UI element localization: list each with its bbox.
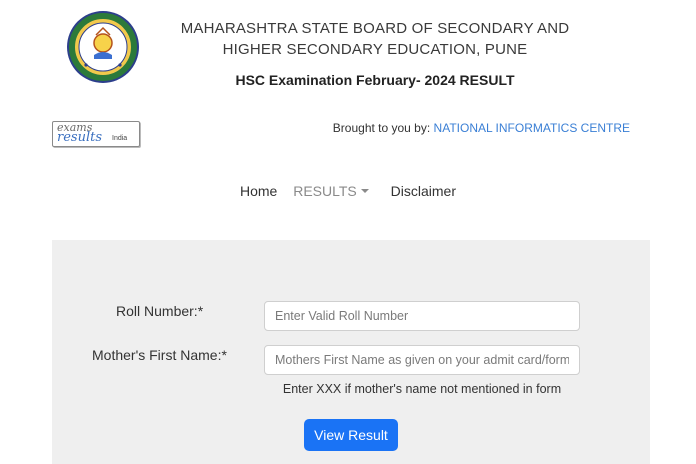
roll-number-input[interactable]	[264, 301, 580, 331]
brought-by-credit: Brought to you by: NATIONAL INFORMATICS …	[320, 121, 630, 135]
mother-name-label: Mother's First Name:*	[92, 347, 227, 363]
exams-results-india-logo[interactable]: exams results India	[52, 121, 140, 147]
caret-down-icon	[360, 189, 369, 193]
board-title: MAHARASHTRA STATE BOARD OF SECONDARY AND…	[160, 18, 590, 60]
nav-results-dropdown[interactable]: RESULTS	[293, 183, 375, 199]
brought-by-label: Brought to you by:	[332, 121, 431, 135]
main-nav: Home RESULTS Disclaimer	[0, 183, 696, 199]
nav-disclaimer-link[interactable]: Disclaimer	[391, 183, 456, 199]
roll-number-label: Roll Number:*	[116, 303, 204, 319]
nav-home-link[interactable]: Home	[240, 183, 277, 199]
mother-name-hint: Enter XXX if mother's name not mentioned…	[282, 382, 562, 396]
nic-link[interactable]: NATIONAL INFORMATICS CENTRE	[434, 121, 630, 135]
logo-text-india: India	[112, 135, 128, 142]
board-title-line-1: MAHARASHTRA STATE BOARD OF SECONDARY AND	[180, 20, 570, 37]
view-result-button[interactable]: View Result	[304, 419, 398, 451]
exam-title: HSC Examination February- 2024 RESULT	[235, 72, 515, 88]
board-title-line-2: HIGHER SECONDARY EDUCATION, PUNE	[222, 41, 528, 58]
mother-name-input[interactable]	[264, 345, 580, 375]
board-seal-icon	[66, 10, 140, 84]
logo-text-results: results	[57, 130, 103, 145]
nav-results-label: RESULTS	[293, 183, 357, 199]
